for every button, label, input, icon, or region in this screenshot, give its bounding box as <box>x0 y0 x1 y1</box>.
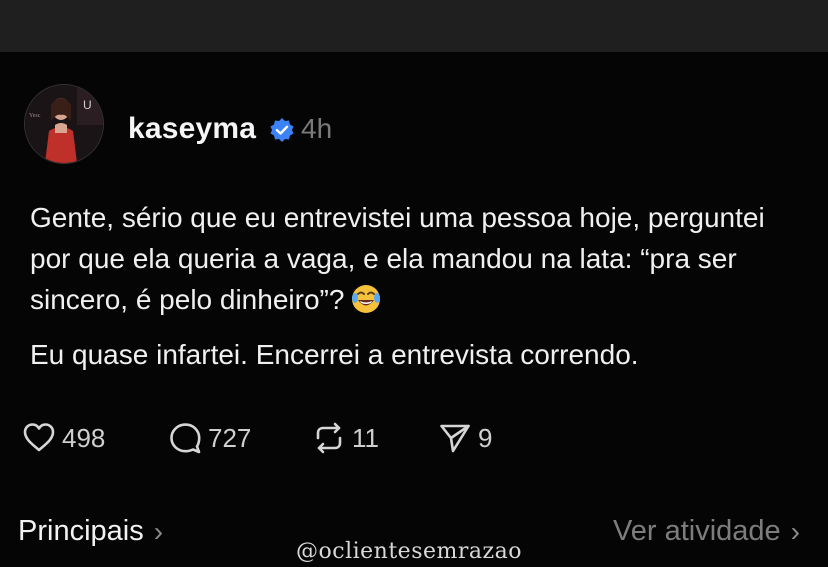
verified-badge-icon <box>270 118 294 142</box>
post-paragraph-2: Eu quase infartei. Encerrei a entrevista… <box>30 339 639 370</box>
avatar[interactable]: U Yesc <box>24 84 104 164</box>
reply-button[interactable]: 727 <box>168 418 251 458</box>
top-bar <box>0 0 828 52</box>
like-button[interactable]: 498 <box>22 418 105 458</box>
share-button[interactable]: 9 <box>438 418 492 458</box>
sort-label: Principais <box>18 515 144 547</box>
post-paragraph-1-text: Gente, sério que eu entrevistei uma pess… <box>30 202 765 315</box>
view-activity-button[interactable]: Ver atividade › <box>613 515 800 548</box>
svg-text:U: U <box>83 98 92 112</box>
repost-arrows-icon <box>316 422 342 454</box>
avatar-image: U Yesc <box>25 85 103 163</box>
like-count: 498 <box>62 422 106 453</box>
post-paragraph-1: Gente, sério que eu entrevistei uma pess… <box>30 197 810 320</box>
heart-icon <box>23 423 55 452</box>
sort-top-button[interactable]: Principais › <box>18 515 163 548</box>
svg-text:Yesc: Yesc <box>29 113 41 119</box>
share-count: 9 <box>478 422 493 453</box>
chevron-right-icon: › <box>790 515 800 547</box>
post-timestamp: 4h <box>301 113 333 144</box>
post-body: Gente, sério que eu entrevistei uma pess… <box>30 197 810 375</box>
repost-button[interactable]: 11 <box>312 418 379 458</box>
watermark-handle: @oclientesemrazao <box>296 539 522 564</box>
reply-count: 727 <box>208 422 252 453</box>
send-paper-plane-icon <box>440 424 470 453</box>
chevron-right-icon: › <box>153 515 164 547</box>
face-with-tears-of-joy-icon <box>352 285 381 313</box>
repost-count: 11 <box>352 422 379 453</box>
view-activity-label: Ver atividade <box>613 515 781 547</box>
comment-bubble-icon <box>170 423 201 454</box>
username[interactable]: kaseyma <box>128 112 256 146</box>
